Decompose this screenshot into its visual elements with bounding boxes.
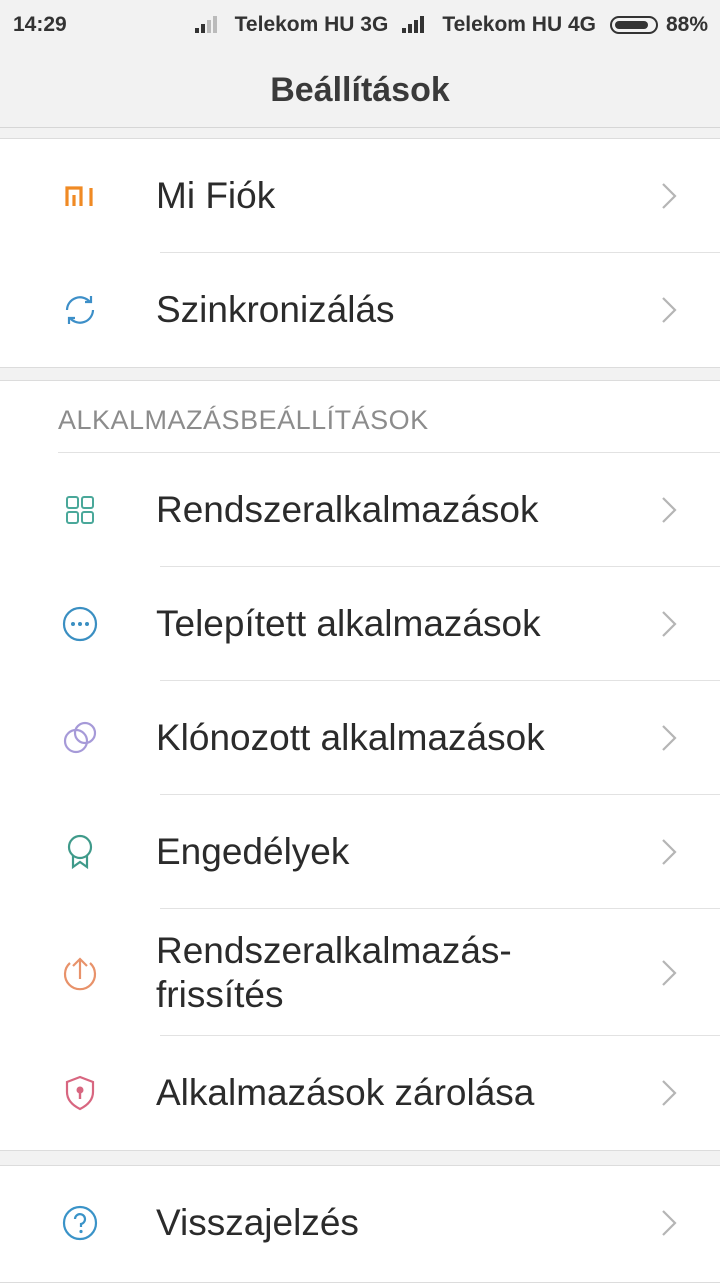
feedback-group: Visszajelzés [0, 1165, 720, 1283]
app-settings-group: ALKALMAZÁSBEÁLLÍTÁSOK Rendszeralkalmazás… [0, 380, 720, 1151]
settings-item-system-apps[interactable]: Rendszeralkalmazások [0, 453, 720, 567]
settings-item-app-lock[interactable]: Alkalmazások zárolása [0, 1036, 720, 1150]
status-bar: 14:29 Telekom HU 3G Telekom HU 4G 88% [0, 0, 720, 50]
settings-item-label: Telepített alkalmazások [156, 603, 541, 644]
settings-item-sync[interactable]: Szinkronizálás [0, 253, 720, 367]
chevron-right-icon [662, 497, 677, 523]
chevron-right-icon [662, 297, 677, 323]
settings-item-label: Engedélyek [156, 831, 350, 872]
battery-percent: 88% [665, 13, 708, 36]
settings-item-label: Visszajelzés [156, 1202, 359, 1243]
settings-item-label: Szinkronizálás [156, 289, 395, 330]
chevron-right-icon [662, 839, 677, 865]
shield-lock-icon [62, 1075, 98, 1111]
settings-item-label: Rendszeralkalmazások [156, 489, 539, 530]
chevron-right-icon [662, 725, 677, 751]
status-time: 14:29 [13, 13, 67, 36]
grid-apps-icon [62, 492, 98, 528]
account-group: Mi Fiók Szinkronizálás [0, 138, 720, 368]
dual-circles-icon [62, 720, 98, 756]
more-dots-icon [62, 606, 98, 642]
chevron-right-icon [662, 611, 677, 637]
settings-item-label: Mi Fiók [156, 175, 276, 216]
settings-item-system-app-update[interactable]: Rendszeralkalmazás-frissítés [0, 909, 720, 1036]
carrier-2: Telekom HU 4G [442, 13, 596, 36]
settings-item-label: Klónozott alkalmazások [156, 717, 545, 758]
carrier-1: Telekom HU 3G [234, 13, 389, 36]
settings-item-label: Rendszeralkalmazás-frissítés [156, 929, 512, 1015]
help-circle-icon [62, 1205, 98, 1241]
badge-ribbon-icon [62, 834, 98, 870]
chevron-right-icon [662, 1080, 677, 1106]
page-title: Beállítások [0, 50, 720, 128]
signal-icon [194, 15, 223, 35]
chevron-right-icon [662, 183, 677, 209]
settings-item-cloned-apps[interactable]: Klónozott alkalmazások [0, 681, 720, 795]
sync-icon [62, 292, 98, 328]
settings-item-feedback[interactable]: Visszajelzés [0, 1166, 720, 1280]
settings-item-mi-account[interactable]: Mi Fiók [0, 139, 720, 253]
settings-item-permissions[interactable]: Engedélyek [0, 795, 720, 909]
upload-circle-icon [62, 955, 98, 991]
chevron-right-icon [662, 959, 677, 986]
mi-logo-icon [62, 178, 98, 214]
chevron-right-icon [662, 1210, 677, 1236]
settings-item-label: Alkalmazások zárolása [156, 1072, 535, 1113]
signal-icon [402, 15, 430, 35]
settings-item-installed-apps[interactable]: Telepített alkalmazások [0, 567, 720, 681]
section-title: ALKALMAZÁSBEÁLLÍTÁSOK [58, 405, 429, 435]
battery-icon [609, 16, 658, 34]
